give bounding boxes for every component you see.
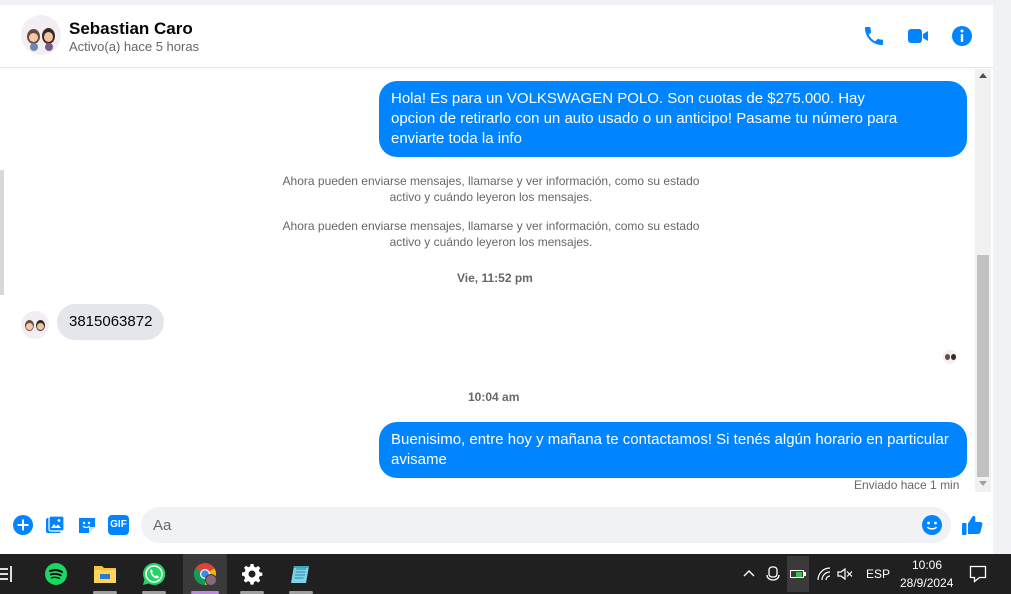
system-message: Ahora pueden enviarse mensajes, llamarse… [282, 174, 700, 204]
settings-icon[interactable] [232, 554, 272, 594]
chat-header: Sebastian Caro Activo(a) hace 5 horas [0, 0, 1011, 68]
phone-icon[interactable] [862, 24, 886, 48]
contact-avatar-small [21, 311, 49, 339]
message-input-placeholder: Aa [153, 517, 172, 534]
message-outgoing[interactable]: Buenisimo, entre hoy y mañana te contact… [379, 422, 967, 478]
thumbs-up-icon[interactable] [960, 513, 984, 537]
volume-muted-icon[interactable] [837, 567, 853, 581]
message-composer: GIF Aa [0, 497, 993, 554]
notification-icon[interactable] [969, 565, 987, 583]
video-camera-icon[interactable] [906, 24, 930, 48]
vertical-scrollbar[interactable] [975, 69, 991, 492]
notepad-icon[interactable] [281, 554, 321, 594]
chrome-icon[interactable] [183, 554, 227, 594]
message-timestamp: 10:04 am [468, 390, 520, 404]
file-explorer-icon[interactable] [85, 554, 125, 594]
windows-taskbar: ESP 10:06 28/9/2024 [0, 554, 1011, 594]
window-top-strip [0, 0, 1011, 5]
info-icon[interactable] [950, 24, 974, 48]
messenger-window: Sebastian Caro Activo(a) hace 5 horas Ho… [0, 0, 1011, 594]
clock-time[interactable]: 10:06 [912, 558, 942, 572]
scrollbar-thumb[interactable] [977, 255, 989, 477]
left-scroll-indicator [0, 170, 4, 295]
plus-icon[interactable] [13, 515, 33, 535]
clock-date[interactable]: 28/9/2024 [900, 576, 953, 590]
contact-avatar[interactable] [21, 15, 61, 55]
battery-icon[interactable] [787, 556, 809, 592]
wifi-icon[interactable] [816, 567, 832, 581]
chevron-up-icon[interactable] [743, 568, 755, 580]
scroll-up-arrow[interactable] [979, 73, 987, 78]
message-list[interactable]: Hola! Es para un VOLKSWAGEN POLO. Son cu… [0, 69, 993, 497]
message-incoming[interactable]: 3815063872 [57, 304, 165, 340]
contact-name[interactable]: Sebastian Caro [69, 19, 193, 39]
message-outgoing[interactable]: Hola! Es para un VOLKSWAGEN POLO. Son cu… [379, 81, 967, 157]
message-timestamp: Vie, 11:52 pm [457, 271, 533, 285]
meeting-icon[interactable] [766, 566, 780, 582]
whatsapp-icon[interactable] [134, 554, 174, 594]
scroll-down-arrow[interactable] [979, 481, 987, 486]
task-view-icon[interactable] [0, 566, 12, 582]
gif-label: GIF [110, 519, 127, 530]
language-indicator[interactable]: ESP [866, 567, 890, 581]
emoji-icon[interactable] [921, 514, 943, 536]
chrome-profile-avatar [205, 574, 217, 586]
read-receipt-avatar [943, 350, 957, 364]
message-input[interactable]: Aa [141, 507, 951, 543]
window-right-edge [993, 0, 1011, 554]
sent-status: Enviado hace 1 min [854, 478, 960, 492]
image-icon[interactable] [45, 515, 65, 535]
system-message: Ahora pueden enviarse mensajes, llamarse… [282, 219, 700, 249]
sticker-icon[interactable] [77, 515, 97, 535]
contact-status: Activo(a) hace 5 horas [69, 39, 200, 54]
gif-icon[interactable]: GIF [108, 515, 129, 535]
spotify-icon[interactable] [36, 554, 76, 594]
